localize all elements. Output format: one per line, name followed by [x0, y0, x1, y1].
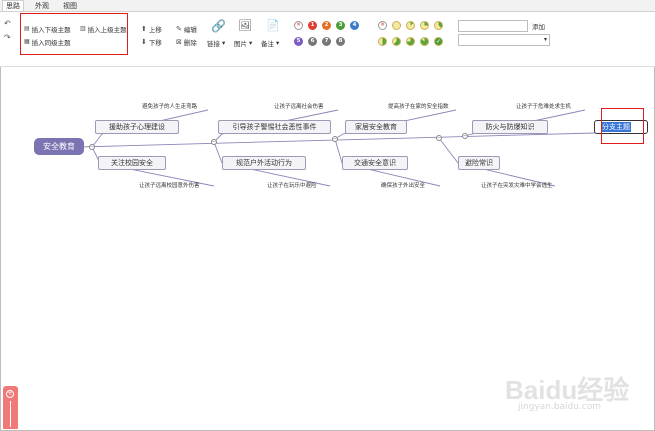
collapse-icon[interactable]: − [332, 136, 338, 142]
zoom-slider-track[interactable] [10, 401, 11, 427]
branch-label: 让孩子远离社会伤害 [274, 104, 324, 110]
collapse-icon[interactable]: − [436, 135, 442, 141]
root-node[interactable]: 安全教育 [34, 138, 84, 155]
topic-node[interactable]: 交通安全意识 [342, 156, 408, 170]
topic-node[interactable]: 家居安全教育 [345, 120, 407, 134]
branch-label: 让孩子在玩乐中避险 [267, 183, 317, 189]
branch-label: 让孩子在突发灾难中学会逃生 [481, 183, 553, 189]
branch-label: 避免孩子的人生走弯路 [142, 104, 198, 110]
topic-node[interactable]: 避险常识 [458, 156, 500, 170]
topic-node[interactable]: 防火与防爆知识 [472, 120, 548, 134]
branch-label: 让孩子远离校园意外伤害 [139, 183, 200, 189]
branch-label: 确保孩子外出安全 [381, 183, 426, 189]
zoom-panel[interactable]: + [3, 386, 18, 429]
topic-node[interactable]: 关注校园安全 [98, 156, 166, 170]
mindmap-connectors [77, 109, 596, 187]
topic-node[interactable]: 援助孩子心理建设 [95, 120, 179, 134]
topic-node[interactable]: 引导孩子警惕社会恶性事件 [218, 120, 331, 134]
topic-node[interactable]: 规范户外活动行为 [222, 156, 306, 170]
watermark-url: jingyan.baidu.com [518, 402, 602, 412]
selected-node-highlight [601, 108, 644, 144]
collapse-icon[interactable]: − [211, 139, 217, 145]
zoom-in-icon[interactable]: + [6, 390, 14, 398]
collapse-icon[interactable]: − [462, 133, 468, 139]
collapse-icon[interactable]: − [89, 144, 95, 150]
branch-label: 让孩子于危难处求生机 [516, 104, 572, 110]
branch-label: 提高孩子在家的安全指数 [388, 104, 449, 110]
